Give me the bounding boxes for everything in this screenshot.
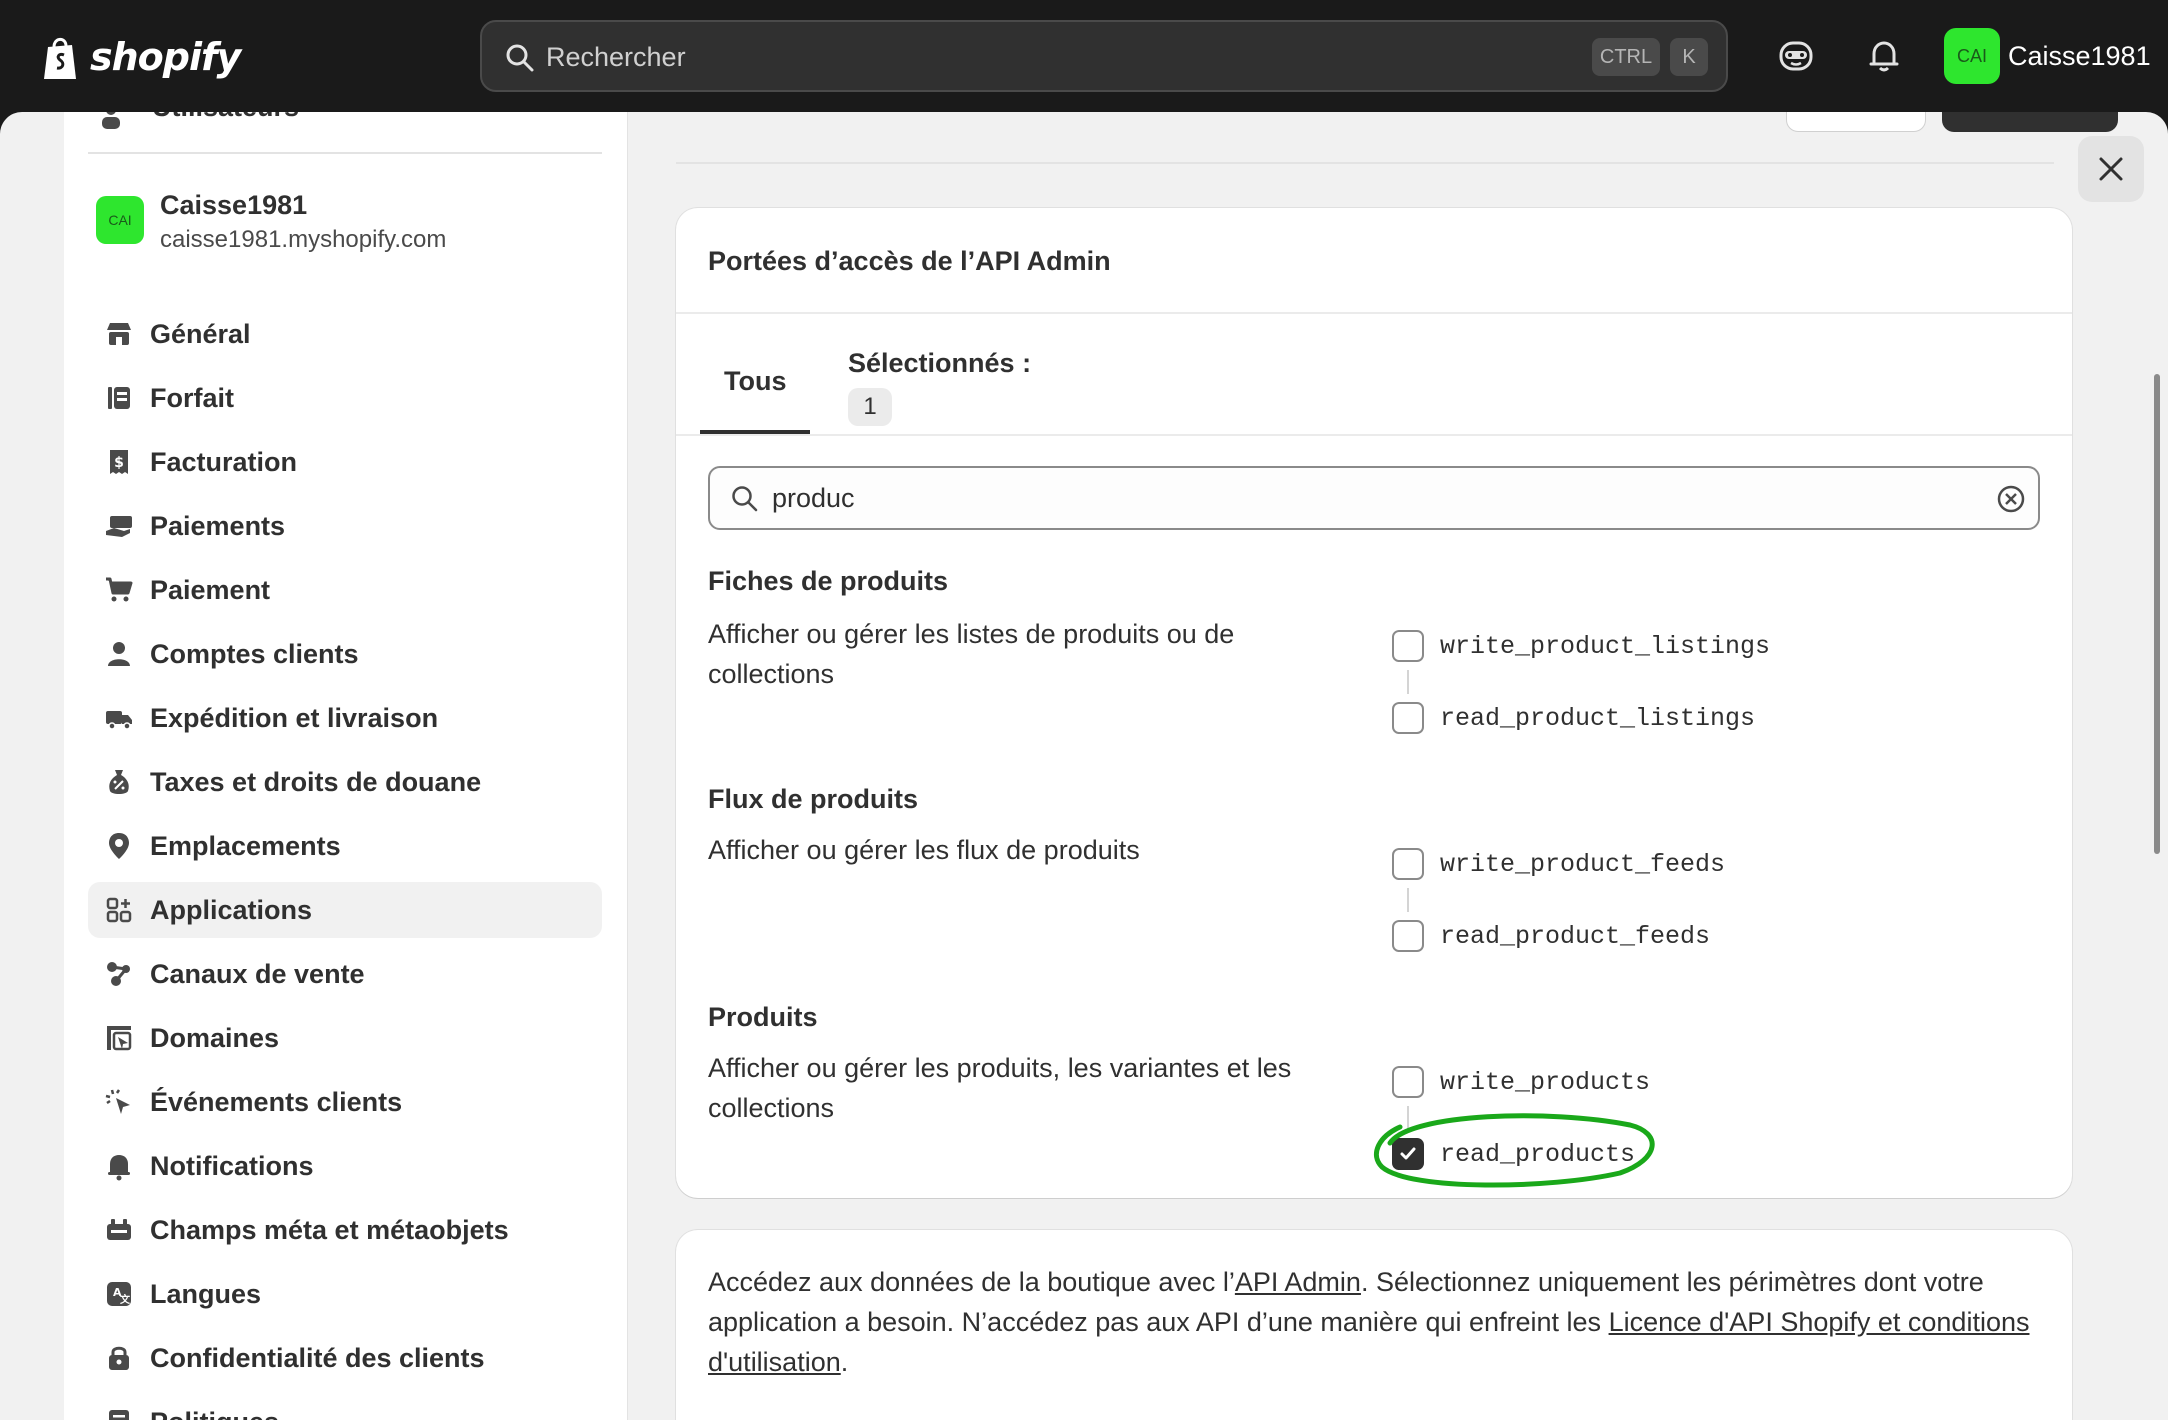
sidebar-item-policies[interactable]: Politiques bbox=[88, 1394, 602, 1420]
policy-icon bbox=[109, 1410, 129, 1420]
api-info-card: Accédez aux données de la boutique avec … bbox=[676, 1230, 2072, 1420]
sidebar-item-users[interactable]: Utilisateurs bbox=[152, 112, 299, 123]
search-placeholder: Rechercher bbox=[546, 42, 686, 72]
shopify-bag-icon bbox=[44, 37, 76, 79]
store-name: Caisse1981 bbox=[160, 190, 308, 220]
section-description: Afficher ou gérer les flux de produits bbox=[708, 835, 1140, 865]
store-avatar: CAI bbox=[96, 196, 144, 244]
search-icon bbox=[506, 44, 534, 72]
person-icon bbox=[108, 642, 130, 666]
card-title: Portées d’accès de l’API Admin bbox=[708, 246, 1111, 276]
cursor-icon bbox=[105, 1089, 130, 1114]
checkbox[interactable] bbox=[1392, 920, 1424, 952]
language-icon: A文 bbox=[107, 1282, 131, 1306]
page-header-strip bbox=[676, 112, 2118, 164]
shortcut-ctrl-key: CTRL bbox=[1592, 38, 1660, 76]
sidebar-item-shipping[interactable]: Expédition et livraison bbox=[88, 690, 602, 746]
sidebar-item-payments[interactable]: Paiements bbox=[88, 498, 602, 554]
clear-search-icon[interactable] bbox=[1996, 484, 2026, 514]
primary-action-button[interactable] bbox=[1942, 112, 2118, 132]
sidebar-item-general[interactable]: Général bbox=[88, 306, 602, 362]
annotation-circle bbox=[1374, 1113, 1655, 1188]
sidebar-item-languages[interactable]: A文 Langues bbox=[88, 1266, 602, 1322]
sidebar-item-customer-accounts[interactable]: Comptes clients bbox=[88, 626, 602, 682]
admin-api-link[interactable]: API Admin bbox=[1235, 1267, 1361, 1297]
sidebar-item-notifications[interactable]: Notifications bbox=[88, 1138, 602, 1194]
top-bar: shopify Rechercher CTRL K CAI Caisse1981 bbox=[0, 0, 2168, 112]
store-url: caisse1981.myshopify.com bbox=[160, 226, 447, 253]
brand-name: shopify bbox=[90, 35, 241, 79]
checkbox[interactable] bbox=[1392, 1066, 1424, 1098]
plan-icon bbox=[108, 387, 130, 409]
page-scrollbar[interactable] bbox=[2154, 374, 2160, 854]
bell-icon bbox=[108, 1155, 130, 1181]
metafields-icon bbox=[107, 1219, 131, 1240]
scope-filter-input[interactable] bbox=[772, 478, 1932, 518]
selected-count-badge: 1 bbox=[848, 388, 892, 426]
sidekick-icon[interactable] bbox=[1776, 36, 1816, 76]
sidebar-item-plan[interactable]: Forfait bbox=[88, 370, 602, 426]
shortcut-k-key: K bbox=[1670, 38, 1708, 76]
tab-selected[interactable]: Sélectionnés : bbox=[848, 348, 1031, 379]
users-icon bbox=[102, 112, 120, 129]
section-title: Fiches de produits bbox=[708, 566, 949, 596]
svg-text:文: 文 bbox=[120, 1293, 131, 1306]
global-search-bar[interactable]: Rechercher CTRL K bbox=[480, 20, 1728, 92]
scope-connector bbox=[1407, 670, 1409, 694]
sidebar-divider bbox=[88, 152, 602, 154]
location-icon bbox=[109, 833, 129, 859]
settings-page: Utilisateurs CAI Caisse1981 caisse1981.m… bbox=[0, 112, 2168, 1420]
checkbox[interactable] bbox=[1392, 702, 1424, 734]
user-avatar[interactable]: CAI bbox=[1944, 28, 2000, 84]
sidebar-item-taxes[interactable]: Taxes et droits de douane bbox=[88, 754, 602, 810]
main-content: Portées d’accès de l’API Admin Tous Séle… bbox=[628, 112, 2168, 1420]
user-name[interactable]: Caisse1981 bbox=[2008, 40, 2151, 72]
sidebar-item-privacy[interactable]: Confidentialité des clients bbox=[88, 1330, 602, 1386]
checkbox[interactable] bbox=[1392, 630, 1424, 662]
sidebar-item-customer-events[interactable]: Événements clients bbox=[88, 1074, 602, 1130]
api-info-text: Accédez aux données de la boutique avec … bbox=[708, 1267, 2030, 1377]
section-title: Flux de produits bbox=[708, 784, 919, 814]
section-description: Afficher ou gérer les listes de produits… bbox=[708, 619, 1235, 689]
sidebar-item-metafields[interactable]: Champs méta et métaobjets bbox=[88, 1202, 602, 1258]
search-icon bbox=[732, 486, 758, 512]
admin-api-scopes-card: Portées d’accès de l’API Admin Tous Séle… bbox=[676, 208, 2072, 1198]
notifications-bell-icon[interactable] bbox=[1864, 36, 1904, 76]
close-icon bbox=[2099, 157, 2123, 181]
shopify-logo[interactable]: shopify bbox=[40, 32, 241, 82]
sidebar-item-domains[interactable]: Domaines bbox=[88, 1010, 602, 1066]
sidebar-item-billing[interactable]: $ Facturation bbox=[88, 434, 602, 490]
divider bbox=[676, 312, 2072, 314]
domains-icon bbox=[107, 1026, 132, 1051]
section-description: Afficher ou gérer les produits, les vari… bbox=[708, 1053, 1292, 1123]
divider bbox=[676, 434, 2072, 436]
tab-all[interactable]: Tous bbox=[700, 316, 810, 434]
billing-icon: $ bbox=[110, 450, 128, 474]
svg-text:$: $ bbox=[114, 455, 124, 471]
apps-icon bbox=[106, 897, 132, 923]
store-icon bbox=[107, 323, 131, 345]
truck-icon bbox=[106, 711, 132, 730]
channels-icon bbox=[107, 962, 130, 986]
sidebar-item-apps[interactable]: Applications bbox=[88, 882, 602, 938]
cart-icon bbox=[106, 577, 133, 602]
checkbox[interactable] bbox=[1392, 848, 1424, 880]
sidebar-item-sales-channels[interactable]: Canaux de vente bbox=[88, 946, 602, 1002]
sidebar-item-locations[interactable]: Emplacements bbox=[88, 818, 602, 874]
sidebar-item-checkout[interactable]: Paiement bbox=[88, 562, 602, 618]
section-title: Produits bbox=[708, 1002, 818, 1032]
payments-icon bbox=[106, 516, 132, 537]
scope-connector bbox=[1407, 888, 1409, 912]
settings-sidebar: Utilisateurs CAI Caisse1981 caisse1981.m… bbox=[64, 112, 628, 1420]
lock-icon bbox=[109, 1346, 129, 1370]
close-settings-button[interactable] bbox=[2078, 136, 2144, 202]
secondary-action-button[interactable] bbox=[1786, 112, 1926, 132]
tax-icon bbox=[109, 770, 129, 794]
scope-filter-field[interactable] bbox=[708, 466, 2040, 530]
